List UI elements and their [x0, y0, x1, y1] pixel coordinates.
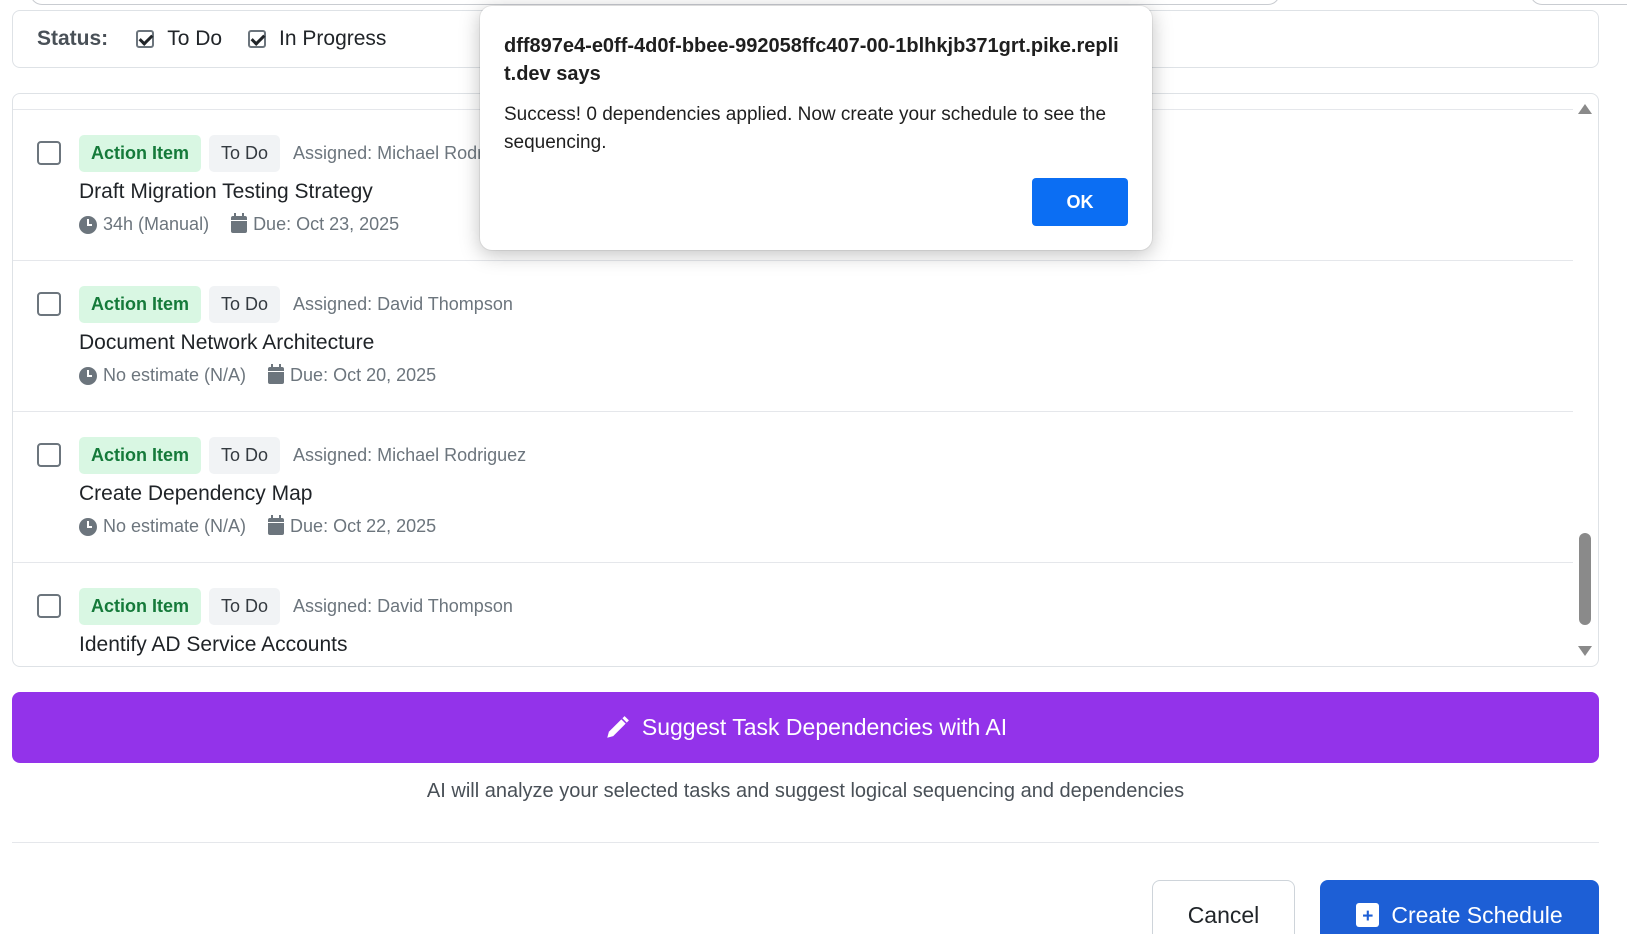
cancel-button[interactable]: Cancel	[1152, 880, 1295, 934]
task-title: Create Dependency Map	[79, 482, 313, 505]
task-title: Document Network Architecture	[79, 331, 375, 354]
task-estimate: No estimate (N/A)	[103, 365, 247, 385]
task-assignee: Assigned: David Thompson	[293, 293, 513, 314]
task-badges: Action Item To Do Assigned: Michael Rodr…	[79, 436, 526, 474]
task-select-checkbox[interactable]	[37, 292, 61, 316]
scroll-down-arrow-icon[interactable]	[1578, 646, 1592, 656]
top-input-edge-right	[1530, 0, 1627, 5]
ai-hint-text: AI will analyze your selected tasks and …	[426, 780, 1185, 802]
task-row: Action Item To Do Assigned: David Thomps…	[13, 260, 1573, 411]
task-status-badge: To Do	[209, 587, 281, 625]
alert-message: Success! 0 dependencies applied. Now cre…	[504, 104, 1107, 153]
calendar-icon	[268, 364, 285, 384]
task-meta: 34h (Manual) Due: Oct 23, 2025	[79, 213, 400, 235]
task-select-checkbox[interactable]	[37, 443, 61, 467]
task-select-checkbox[interactable]	[37, 141, 61, 165]
filter-in-progress-checkbox[interactable]	[248, 30, 267, 48]
task-assignee: Assigned: David Thompson	[293, 595, 513, 616]
task-status-badge: To Do	[209, 285, 281, 323]
task-assignee: Assigned: Michael Rodriguez	[293, 444, 527, 465]
clock-icon	[79, 215, 97, 234]
task-meta: No estimate (N/A) Due: Oct 20, 2025	[79, 364, 437, 386]
task-badges: Action Item To Do Assigned: David Thomps…	[79, 285, 513, 323]
suggest-dependencies-button[interactable]: Suggest Task Dependencies with AI	[12, 692, 1599, 763]
task-title: Draft Migration Testing Strategy	[79, 180, 373, 203]
task-type-badge: Action Item	[79, 436, 202, 474]
task-row: Action Item To Do Assigned: David Thomps…	[13, 562, 1573, 666]
task-due-date: Due: Oct 23, 2025	[253, 214, 400, 234]
filter-option-todo[interactable]: To Do	[136, 27, 222, 51]
filter-todo-label: To Do	[167, 27, 223, 50]
scroll-thumb[interactable]	[1579, 533, 1591, 625]
top-input-edge	[30, 0, 1280, 5]
pencil-icon	[607, 715, 629, 738]
clock-icon	[79, 517, 97, 536]
create-schedule-button[interactable]: Create Schedule	[1320, 880, 1599, 934]
task-estimate: 34h (Manual)	[103, 214, 210, 234]
calendar-icon	[268, 515, 285, 535]
suggest-dependencies-label: Suggest Task Dependencies with AI	[641, 714, 1008, 740]
calendar-icon	[231, 213, 248, 233]
task-badges: Action Item To Do Assigned: Michael Rodr…	[79, 134, 526, 172]
alert-title: dff897e4-e0ff-4d0f-bbee-992058ffc407-00-…	[504, 35, 1119, 85]
task-list-scrollbar[interactable]	[1571, 94, 1598, 666]
clock-icon	[79, 366, 97, 385]
task-title: Identify AD Service Accounts	[79, 633, 348, 656]
task-status-badge: To Do	[209, 436, 281, 474]
footer-divider	[12, 842, 1599, 843]
task-row: Action Item To Do Assigned: Michael Rodr…	[13, 411, 1573, 562]
task-due-date: Due: Oct 20, 2025	[290, 365, 437, 385]
schedule-page: Status: To Do In Progress Action Item To…	[0, 0, 1627, 934]
task-status-badge: To Do	[209, 134, 281, 172]
status-filter-label: Status:	[37, 27, 109, 50]
filter-option-in-progress[interactable]: In Progress	[248, 27, 386, 51]
filter-in-progress-label: In Progress	[279, 27, 387, 50]
alert-dialog: dff897e4-e0ff-4d0f-bbee-992058ffc407-00-…	[480, 6, 1152, 250]
filter-todo-checkbox[interactable]	[136, 30, 155, 48]
task-badges: Action Item To Do Assigned: David Thomps…	[79, 587, 513, 625]
calendar-plus-icon	[1356, 903, 1380, 927]
task-type-badge: Action Item	[79, 285, 202, 323]
alert-ok-button[interactable]: OK	[1032, 178, 1128, 226]
scroll-up-arrow-icon[interactable]	[1578, 104, 1592, 114]
task-select-checkbox[interactable]	[37, 594, 61, 618]
task-type-badge: Action Item	[79, 134, 202, 172]
task-type-badge: Action Item	[79, 587, 202, 625]
task-estimate: No estimate (N/A)	[103, 516, 247, 536]
create-schedule-label: Create Schedule	[1391, 901, 1563, 928]
task-due-date: Due: Oct 22, 2025	[290, 516, 437, 536]
task-meta: No estimate (N/A) Due: Oct 22, 2025	[79, 515, 437, 537]
